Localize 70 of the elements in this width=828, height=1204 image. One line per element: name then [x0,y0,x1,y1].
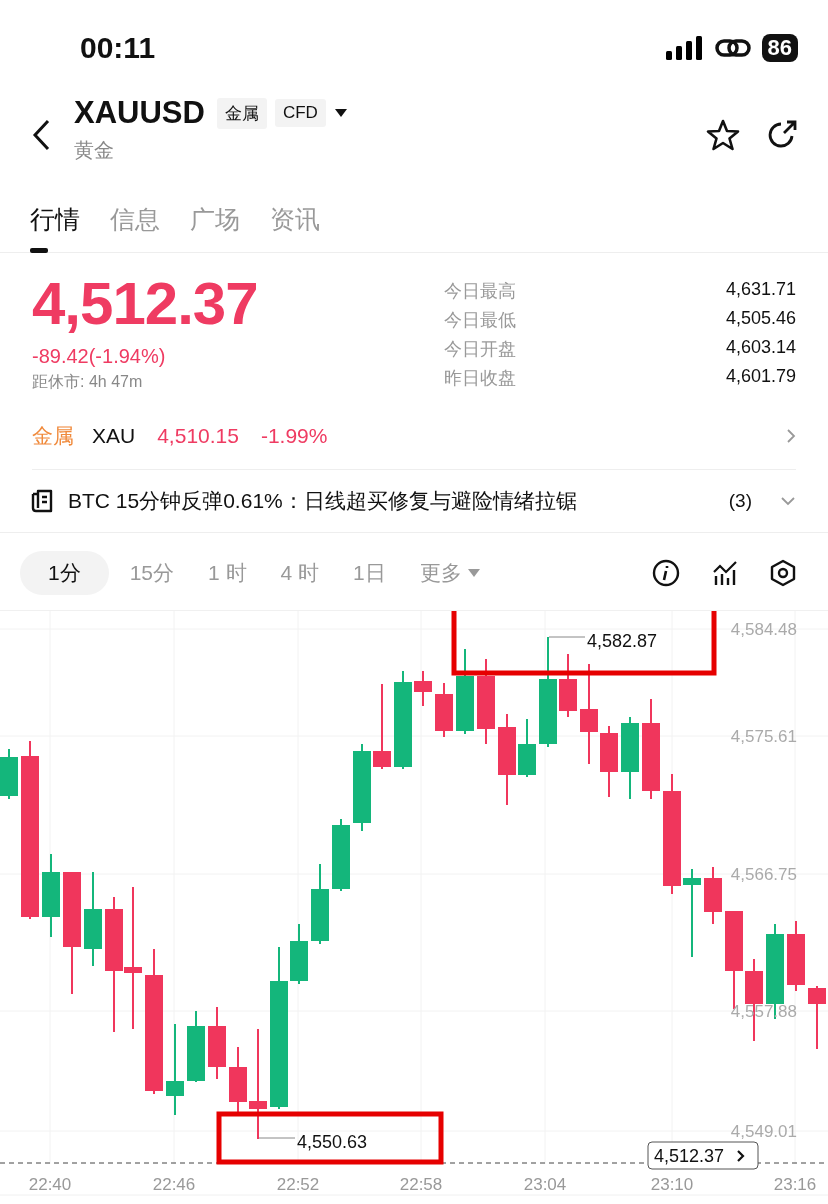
interval-tab[interactable]: 更多 [406,550,493,595]
caret-icon [467,568,480,577]
price-axis-label: 4,549.01 [730,1122,797,1141]
leader-line [548,636,586,638]
stat-label: 今日开盘 [444,338,516,361]
price-axis-label: 4,584.48 [730,620,797,639]
market-close-countdown: 距休市: 4h 47m [32,372,144,392]
stat-value: 4,603.14 [725,337,796,359]
stat-value: 4,505.46 [725,308,796,330]
sector-price: 4,510.15 [157,424,239,448]
time-axis-label: 22:40 [28,1175,72,1194]
info-icon[interactable] [652,558,680,587]
price-axis-label: 4,575.61 [730,727,797,746]
sector-category: 金属 [32,423,74,449]
stat-value: 4,631.71 [725,279,796,301]
tab[interactable]: 广场 [190,187,240,239]
tab[interactable]: 行情 [30,187,80,239]
signal-icon [665,35,704,60]
stat-label: 今日最高 [444,280,516,303]
clock-time: 00:11 [80,30,157,65]
sector-change: -1.99% [260,424,328,448]
last-price-badge[interactable]: 4,512.37 [647,1141,759,1170]
category-tag: 金属 [216,97,267,129]
price-axis-label: 4,566.75 [730,865,797,884]
time-axis-label: 22:46 [152,1175,196,1194]
dropdown-icon[interactable] [333,108,348,118]
stat-label: 昨日收盘 [444,367,516,390]
news-headline[interactable]: BTC 15分钟反弹0.61%：日线超买修复与避险情绪拉锯 [68,487,715,515]
candle [518,718,536,778]
news-count: (3) [728,490,752,512]
interval-tab[interactable]: 1分 [20,550,109,595]
category-tag: CFD [274,99,326,127]
candle [414,670,432,707]
price-change: -89.42(-1.94%) [32,345,167,368]
symbol-title: XAUUSD [74,95,205,131]
time-axis-label: 23:04 [523,1175,567,1194]
indicator-icon[interactable] [712,559,738,586]
candle [704,866,722,925]
candle [0,748,18,800]
candle [290,923,308,985]
chevron-down-icon[interactable] [780,496,796,506]
candle [559,653,577,718]
stat-value: 4,601.79 [725,366,796,388]
low-price-marker: 4,550.63 [297,1132,368,1152]
tab[interactable]: 信息 [110,187,160,239]
news-icon [30,488,54,514]
interval-tab[interactable]: 1 时 [195,550,260,595]
interval-tab[interactable]: 15分 [116,550,188,595]
sector-symbol: XAU [92,424,136,448]
tab[interactable]: 资讯 [270,187,320,239]
last-price: 4,512.37 [32,269,259,339]
time-axis-label: 22:52 [276,1175,320,1194]
tab-indicator [30,248,48,253]
leader-line [258,1137,296,1139]
symbol-subtitle: 黄金 [74,138,115,163]
time-axis-label: 23:10 [650,1175,694,1194]
time-axis-label: 22:58 [399,1175,443,1194]
settings-icon[interactable] [770,558,796,587]
battery-icon: 86 [761,33,798,62]
time-axis-label: 23:16 [773,1175,817,1194]
star-icon[interactable] [706,119,740,151]
candle [229,1046,247,1115]
stat-label: 今日最低 [444,309,516,332]
high-price-marker: 4,582.87 [587,631,658,651]
candle [435,682,453,738]
candle [808,985,826,1050]
chevron-right-icon[interactable] [786,428,796,444]
candle [787,920,805,992]
interval-tab[interactable]: 1日 [340,550,399,595]
interval-tab[interactable]: 4 时 [267,550,333,595]
